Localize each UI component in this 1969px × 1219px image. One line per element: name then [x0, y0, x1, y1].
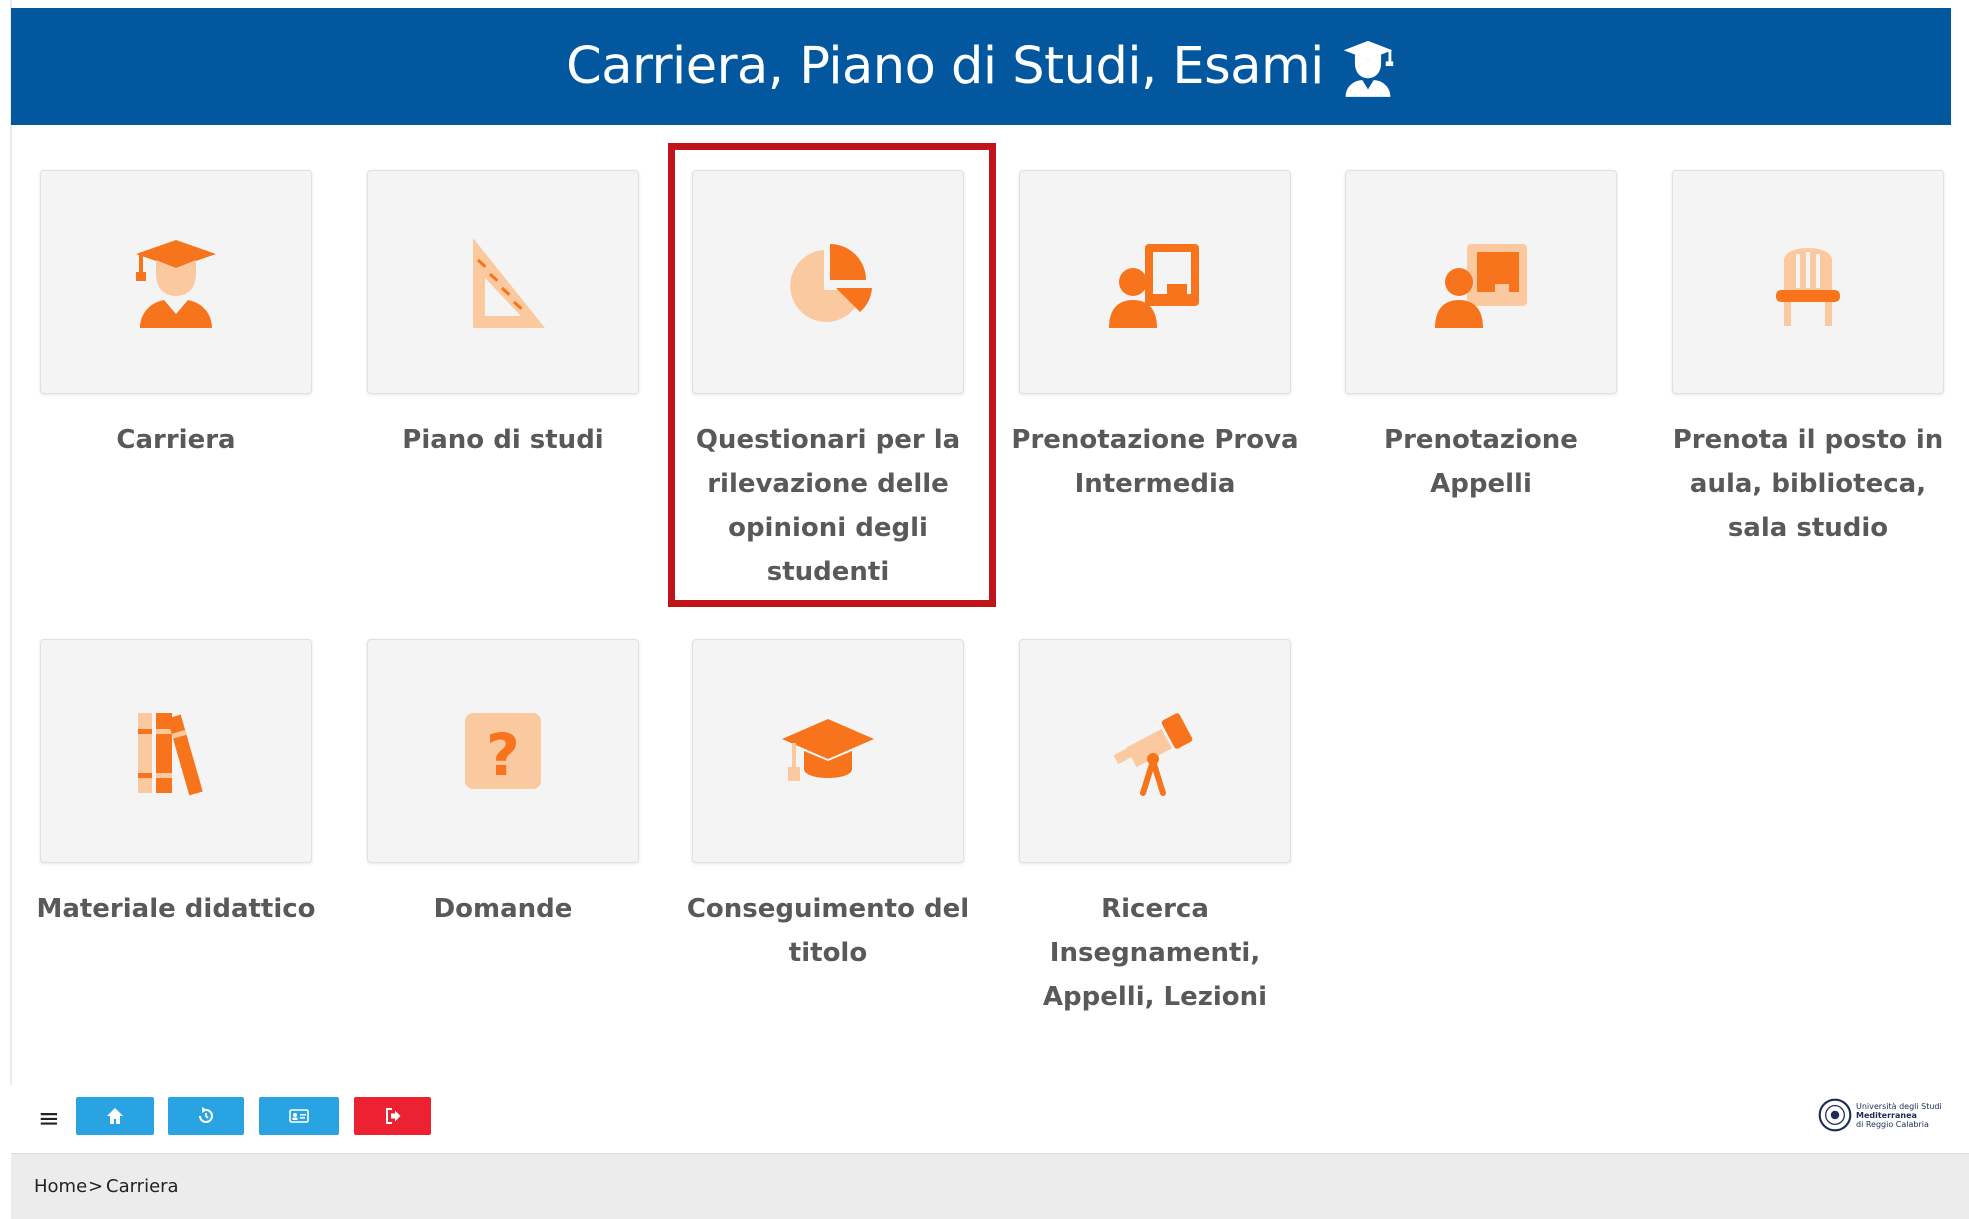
page-title: Carriera, Piano di Studi, Esami	[566, 37, 1324, 96]
left-border	[10, 0, 12, 1085]
tile-label-carriera[interactable]: Carriera	[26, 418, 326, 462]
page-header: Carriera, Piano di Studi, Esami	[11, 8, 1951, 125]
breadcrumb-current: Carriera	[106, 1176, 179, 1197]
tile-carriera[interactable]	[40, 170, 312, 394]
tile-conseguimento-titolo[interactable]	[692, 639, 964, 863]
tile-domande[interactable]: ?	[367, 639, 639, 863]
highlight-box	[668, 143, 996, 607]
home-icon	[107, 1108, 123, 1124]
university-logo-text: Università degli Studi Mediterranea di R…	[1856, 1101, 1942, 1129]
chair-icon	[1776, 248, 1840, 326]
history-button[interactable]	[168, 1097, 244, 1135]
logout-button[interactable]	[354, 1097, 431, 1135]
svg-text:?: ?	[486, 721, 520, 789]
home-button[interactable]	[76, 1097, 154, 1135]
tile-label-prenotazione-appelli[interactable]: Prenotazione Appelli	[1331, 418, 1631, 506]
tile-prenota-posto[interactable]	[1672, 170, 1944, 394]
tile-label-piano-di-studi[interactable]: Piano di studi	[353, 418, 653, 462]
presenter-board-icon	[1435, 244, 1527, 328]
id-card-button[interactable]	[259, 1097, 339, 1135]
tile-prenotazione-prova-intermedia[interactable]	[1019, 170, 1291, 394]
tile-label-materiale-didattico[interactable]: Materiale didattico	[26, 887, 326, 931]
student-graduate-icon	[136, 240, 216, 328]
university-logo: Università degli Studi Mediterranea di R…	[1818, 1098, 1948, 1132]
id-card-icon	[289, 1109, 309, 1123]
graduation-cap-icon	[782, 719, 874, 781]
tile-label-ricerca-insegnamenti[interactable]: Ricerca Insegnamenti, Appelli, Lezioni	[1005, 887, 1305, 1019]
teacher-board-icon	[1109, 244, 1199, 328]
tile-label-conseguimento-titolo[interactable]: Conseguimento del titolo	[678, 887, 978, 975]
menu-icon[interactable]: ≡	[38, 1106, 60, 1132]
breadcrumb	[11, 1153, 1969, 1219]
tile-label-prenota-posto[interactable]: Prenota il posto in aula, biblioteca, sa…	[1658, 418, 1958, 550]
tile-prenotazione-appelli[interactable]	[1345, 170, 1617, 394]
breadcrumb-home[interactable]: Home	[34, 1176, 87, 1197]
logout-icon	[385, 1108, 400, 1124]
tile-label-domande[interactable]: Domande	[353, 887, 653, 931]
books-icon	[138, 713, 203, 796]
breadcrumb-separator: >	[88, 1176, 104, 1197]
set-square-icon	[473, 238, 545, 328]
tile-piano-di-studi[interactable]	[367, 170, 639, 394]
tile-label-prenotazione-prova-intermedia[interactable]: Prenotazione Prova Intermedia	[1005, 418, 1305, 506]
tile-materiale-didattico[interactable]	[40, 639, 312, 863]
question-icon: ?	[465, 713, 541, 789]
tile-ricerca-insegnamenti[interactable]	[1019, 639, 1291, 863]
student-graduate-icon	[1343, 40, 1394, 97]
university-seal-icon	[1818, 1098, 1852, 1132]
history-icon	[199, 1107, 213, 1123]
telescope-icon	[1113, 713, 1193, 796]
